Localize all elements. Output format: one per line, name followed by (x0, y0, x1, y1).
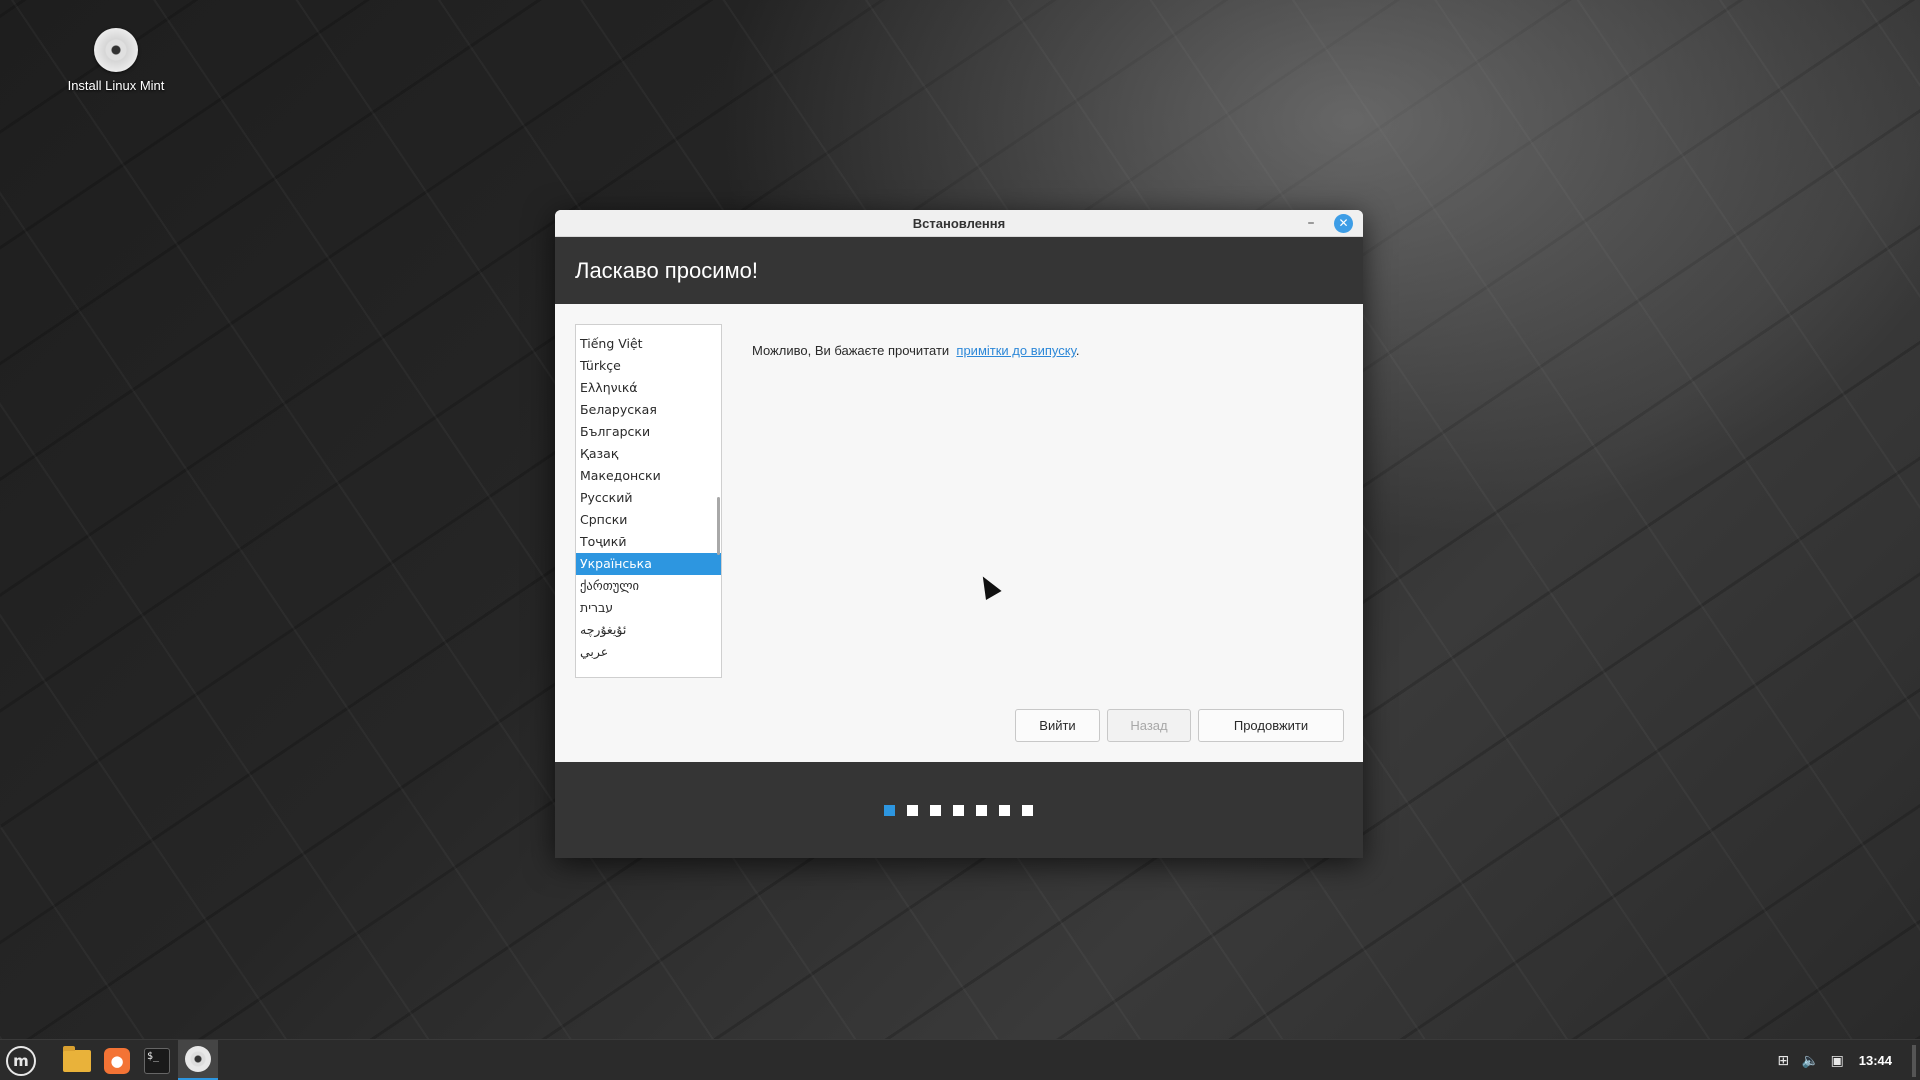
release-notes-prefix: Можливо, Ви бажаєте прочитати (752, 343, 950, 358)
network-icon[interactable]: ⊞ (1770, 1053, 1797, 1069)
language-list-scrollbar[interactable] (717, 497, 720, 555)
language-item[interactable]: Тоҷикӣ (576, 531, 721, 553)
language-item[interactable]: ئۇيغۇرچە (576, 619, 721, 641)
language-item[interactable]: Tiếng Việt (576, 333, 721, 355)
step-dot (999, 805, 1010, 816)
window-titlebar[interactable]: Встановлення – ✕ (555, 210, 1363, 237)
volume-icon[interactable]: 🔈 (1797, 1053, 1824, 1069)
taskbar: m ● $_ ⊞ 🔈 ▣ 13:44 (0, 1039, 1920, 1080)
window-title: Встановлення (912, 216, 1006, 231)
disc-icon (185, 1046, 211, 1072)
language-item[interactable]: عربي (576, 641, 721, 663)
language-item[interactable]: Русский (576, 487, 721, 509)
step-dot (1022, 805, 1033, 816)
minimize-button[interactable]: – (1301, 214, 1321, 234)
language-item-partial-bottom (576, 663, 721, 671)
release-notes-link[interactable]: примітки до випуску (956, 343, 1075, 358)
language-item[interactable]: Беларуская (576, 399, 721, 421)
clipboard-icon[interactable]: ▣ (1824, 1053, 1851, 1069)
step-dot (976, 805, 987, 816)
close-button[interactable]: ✕ (1334, 214, 1353, 233)
folder-icon (63, 1045, 91, 1072)
desktop-icon-install-linux-mint[interactable]: Install Linux Mint (56, 28, 176, 93)
files-launcher[interactable] (56, 1040, 98, 1080)
disc-icon (94, 28, 138, 72)
language-item[interactable]: ქართული (576, 575, 721, 597)
page-title: Ласкаво просимо! (575, 257, 758, 283)
firefox-icon: ● (104, 1047, 130, 1074)
language-item[interactable]: Македонски (576, 465, 721, 487)
language-item[interactable]: Ελληνικά (576, 377, 721, 399)
page-header: Ласкаво просимо! (555, 237, 1363, 304)
release-notes-suffix: . (1075, 343, 1080, 358)
terminal-launcher[interactable]: $_ (136, 1040, 178, 1080)
step-dot (907, 805, 918, 816)
back-button[interactable]: Назад (1107, 709, 1191, 742)
terminal-icon: $_ (144, 1047, 170, 1074)
show-desktop-button[interactable] (1912, 1044, 1916, 1077)
installer-window: Встановлення – ✕ Ласкаво просимо! Tiếng … (555, 210, 1363, 858)
language-list[interactable]: Tiếng Việt Türkçe Ελληνικά Беларуская Българ… (575, 324, 722, 678)
step-dot (953, 805, 964, 816)
continue-button[interactable]: Продовжити (1198, 709, 1344, 742)
progress-footer (555, 762, 1363, 858)
content-area: Tiếng Việt Türkçe Ελληνικά Беларуская Българ… (555, 304, 1363, 762)
desktop-icon-label: Install Linux Mint (67, 78, 165, 93)
language-item[interactable]: Қазақ (576, 443, 721, 465)
step-dot (884, 805, 895, 816)
language-item-partial-top (576, 325, 721, 333)
step-indicator (884, 805, 1033, 816)
installer-taskbar-button[interactable] (178, 1040, 218, 1080)
language-item[interactable]: Български (576, 421, 721, 443)
system-tray: ⊞ 🔈 ▣ 13:44 (1770, 1040, 1920, 1080)
mint-logo-icon: m (6, 1045, 36, 1076)
menu-button[interactable]: m (0, 1040, 42, 1080)
quit-button[interactable]: Вийти (1015, 709, 1100, 742)
language-item[interactable]: Српски (576, 509, 721, 531)
release-notes-text: Можливо, Ви бажаєте прочитати примітки д… (752, 343, 1079, 358)
language-item[interactable]: Українська (576, 553, 721, 575)
language-item[interactable]: עברית (576, 597, 721, 619)
step-dot (930, 805, 941, 816)
firefox-launcher[interactable]: ● (96, 1040, 138, 1080)
clock[interactable]: 13:44 (1859, 1053, 1892, 1068)
language-item[interactable]: Türkçe (576, 355, 721, 377)
